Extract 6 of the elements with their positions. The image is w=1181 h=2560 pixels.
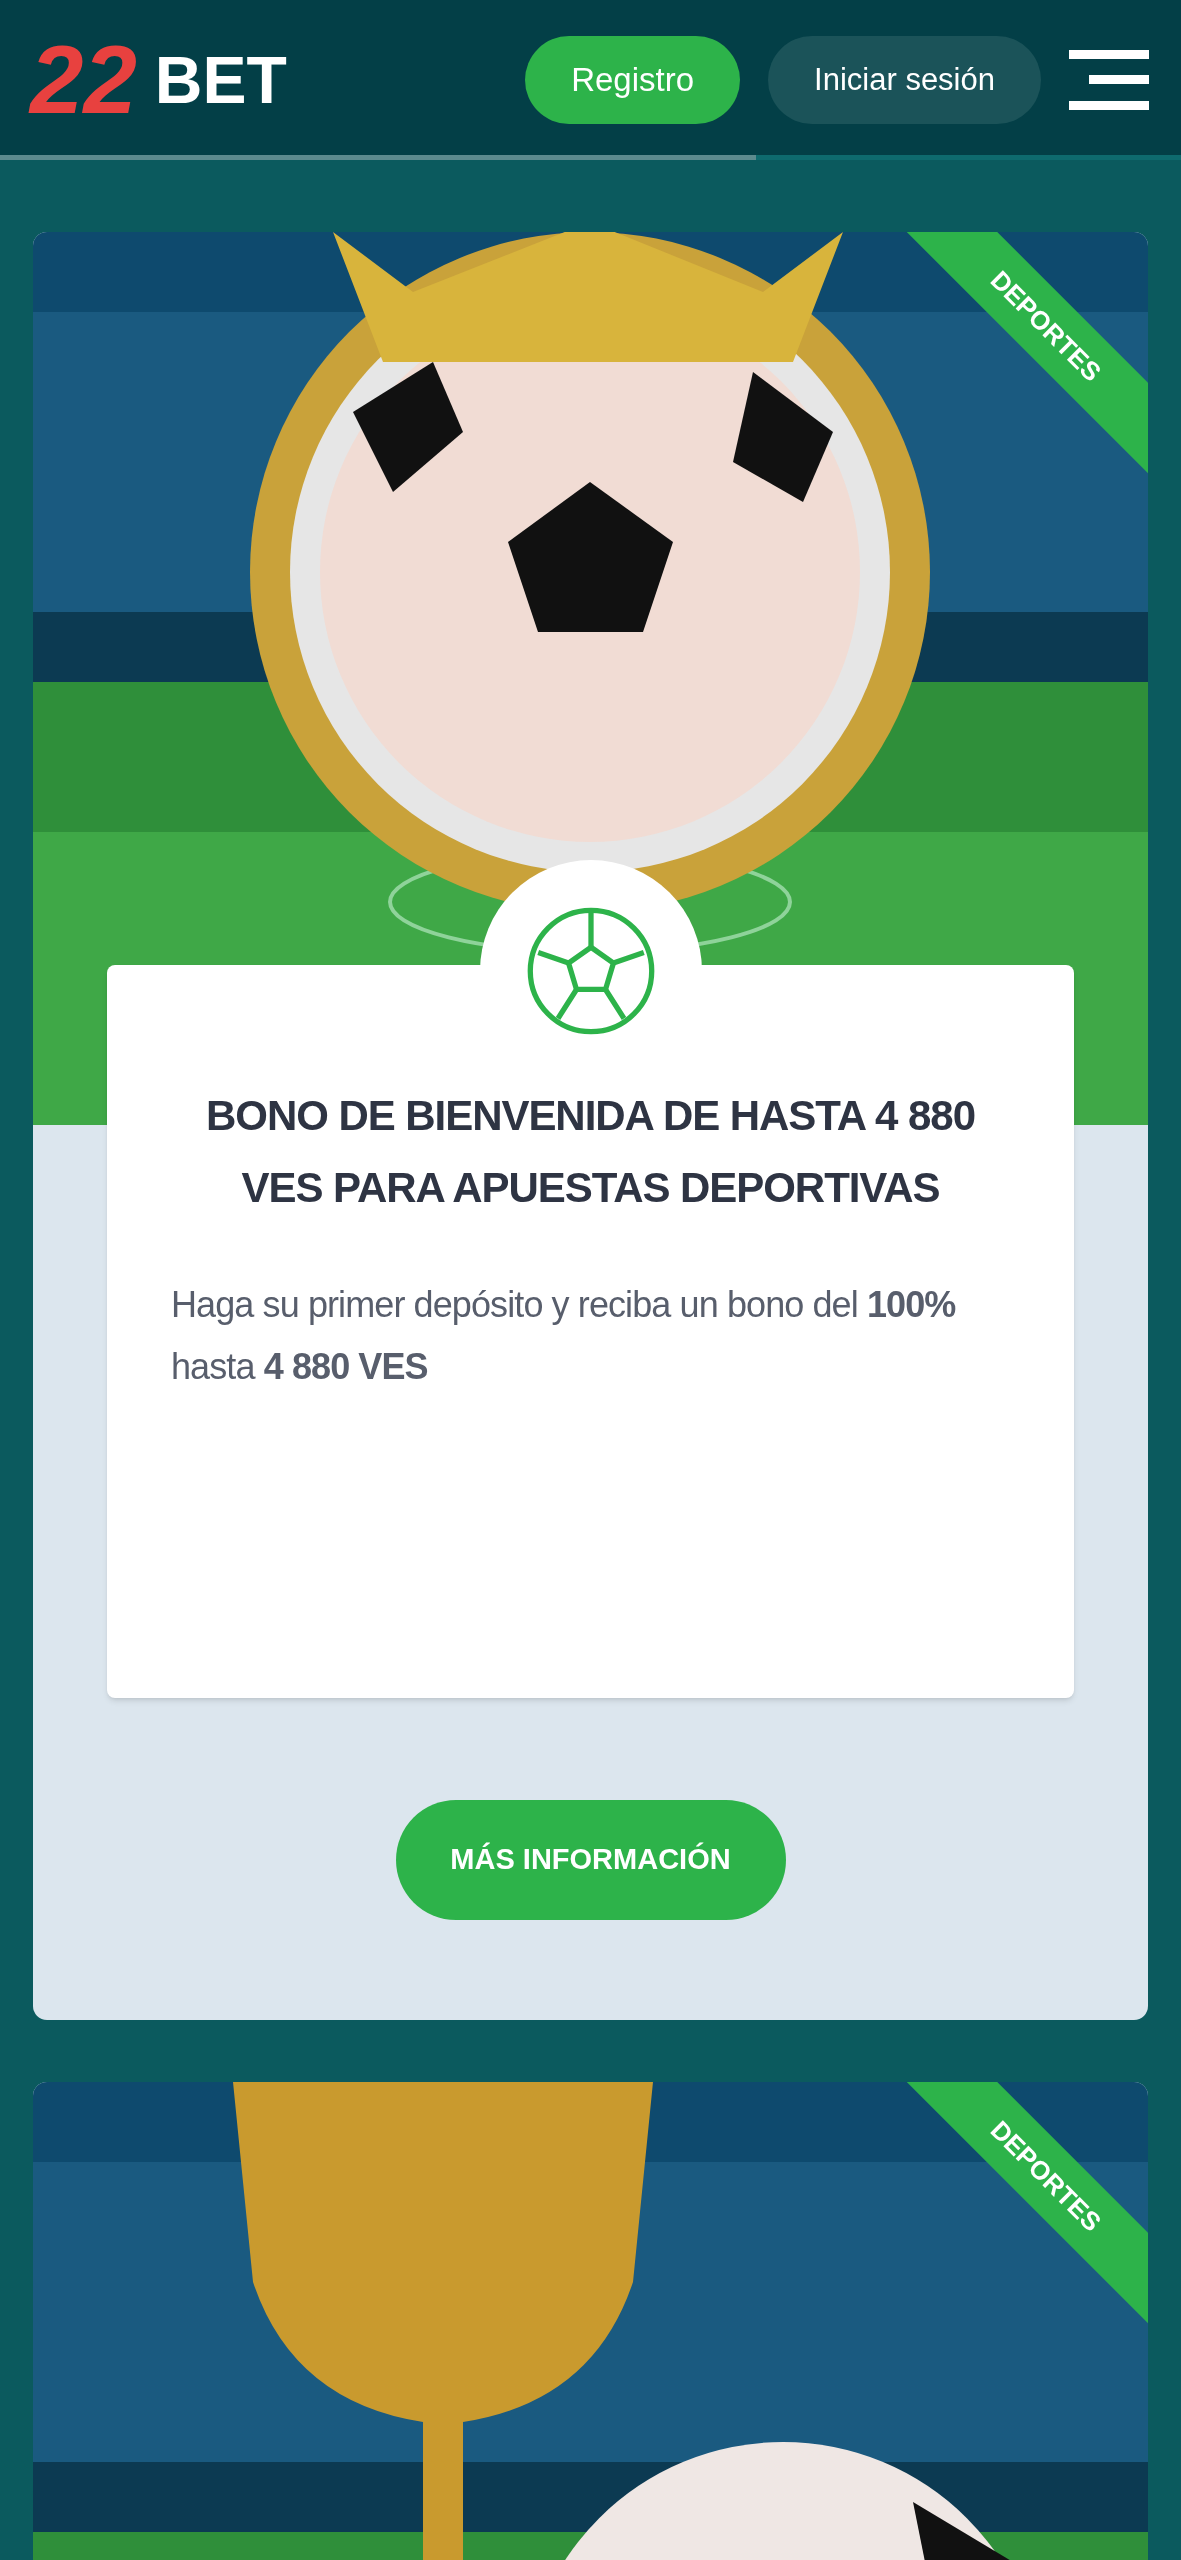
menu-icon (1069, 50, 1149, 110)
bonus-description: Haga su primer depósito y reciba un bono del 100% hasta 4 880 VES (171, 1283, 957, 1389)
login-button[interactable]: Iniciar sesión (768, 36, 1041, 124)
bonus-title: BONO DE BIENVENIDA DE HASTA 4 880 VES PARA APUESTAS DEPORTIVAS (205, 1091, 976, 1213)
menu-button[interactable] (1069, 47, 1151, 113)
logo[interactable]: 22 BET (30, 32, 287, 128)
